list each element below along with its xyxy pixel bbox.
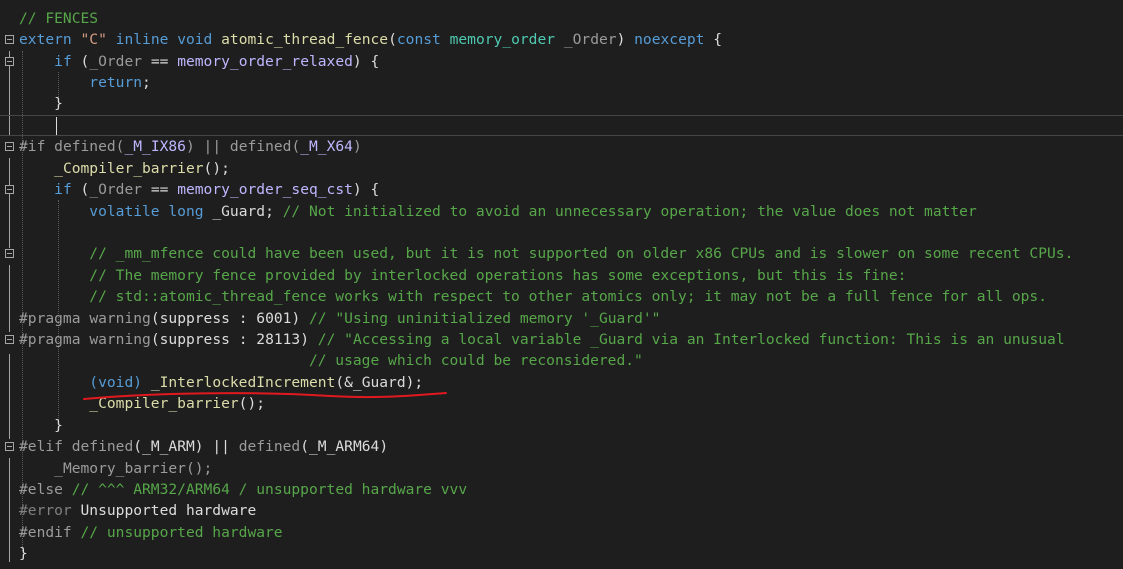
keyword: const bbox=[396, 31, 441, 48]
macro-name: _M_ARM bbox=[142, 438, 195, 455]
collapse-minus-icon[interactable] bbox=[5, 249, 14, 258]
macro-name: _M_IX86 bbox=[124, 138, 186, 155]
variable: _Guard bbox=[212, 203, 266, 220]
preprocessor-directive: #endif bbox=[19, 524, 72, 541]
code-editor[interactable]: // FENCES extern "C" inline void atomic_… bbox=[0, 0, 1123, 569]
preprocessor-directive: #else bbox=[19, 481, 63, 498]
comment: // "Accessing a local variable _Guard vi… bbox=[317, 331, 1065, 348]
keyword: volatile bbox=[89, 203, 160, 220]
comment: // std::atomic_thread_fence works with r… bbox=[89, 288, 1047, 305]
preprocessor-directive: #pragma bbox=[19, 331, 81, 348]
keyword: return bbox=[89, 74, 143, 91]
code-line[interactable]: // std::atomic_thread_fence works with r… bbox=[0, 286, 1047, 307]
preprocessor-directive: #if bbox=[19, 138, 46, 155]
keyword: (void) bbox=[89, 374, 143, 391]
comment: // FENCES bbox=[19, 10, 99, 27]
code-line[interactable]: #elif defined(_M_ARM) || defined(_M_ARM6… bbox=[0, 436, 388, 457]
collapse-minus-icon[interactable] bbox=[5, 142, 14, 151]
keyword: void bbox=[177, 31, 213, 48]
code-line[interactable]: } bbox=[0, 543, 35, 564]
variable: _Guard bbox=[352, 374, 406, 391]
code-line[interactable]: _Compiler_barrier(); bbox=[0, 158, 230, 179]
code-line[interactable]: // The memory fence provided by interloc… bbox=[0, 265, 906, 286]
code-line[interactable]: // _mm_mfence could have been used, but … bbox=[0, 243, 1073, 264]
parameter: _Order bbox=[89, 53, 143, 70]
keyword: if bbox=[54, 181, 72, 198]
code-line[interactable]: // usage which could be reconsidered." bbox=[0, 350, 643, 371]
function-name: _Compiler_barrier bbox=[89, 395, 239, 412]
comment: // unsupported hardware bbox=[80, 524, 283, 541]
comment: // ^^^ ARM32/ARM64 / unsupported hardwar… bbox=[71, 481, 468, 498]
parameter: _Order bbox=[563, 31, 617, 48]
comment: // usage which could be reconsidered." bbox=[308, 352, 643, 369]
code-line[interactable]: (void) _InterlockedIncrement(&_Guard); bbox=[0, 372, 423, 393]
preprocessor-directive: #elif bbox=[19, 438, 63, 455]
code-line[interactable]: #else // ^^^ ARM32/ARM64 / unsupported h… bbox=[0, 479, 467, 500]
keyword: long bbox=[168, 203, 204, 220]
code-line[interactable]: } bbox=[0, 93, 63, 114]
macro-name: _M_X64 bbox=[300, 138, 353, 155]
code-line[interactable]: volatile long _Guard; // Not initialized… bbox=[0, 201, 976, 222]
text-caret bbox=[56, 117, 57, 135]
enum-value: memory_order_seq_cst bbox=[177, 181, 353, 198]
code-line[interactable]: return; bbox=[0, 72, 151, 93]
preprocessor-directive: #pragma bbox=[19, 310, 81, 327]
collapse-minus-icon[interactable] bbox=[5, 185, 14, 194]
code-line[interactable]: } bbox=[0, 415, 63, 436]
keyword: if bbox=[54, 53, 72, 70]
function-name: _InterlockedIncrement bbox=[150, 374, 336, 391]
keyword: noexcept bbox=[634, 31, 705, 48]
code-line[interactable]: _Memory_barrier(); bbox=[0, 458, 212, 479]
collapse-minus-icon[interactable] bbox=[5, 442, 14, 451]
code-line[interactable]: #error Unsupported hardware bbox=[0, 500, 256, 521]
parameter: _Order bbox=[89, 181, 143, 198]
keyword: inline bbox=[115, 31, 169, 48]
collapse-minus-icon[interactable] bbox=[5, 335, 14, 344]
code-line[interactable]: #pragma warning(suppress : 6001) // "Usi… bbox=[0, 308, 660, 329]
function-name: _Memory_barrier bbox=[54, 460, 186, 477]
code-line[interactable]: extern "C" inline void atomic_thread_fen… bbox=[0, 29, 722, 50]
current-line-highlight[interactable] bbox=[0, 115, 1123, 137]
code-line[interactable]: #endif // unsupported hardware bbox=[0, 522, 283, 543]
function-name: atomic_thread_fence bbox=[221, 31, 389, 48]
comment: // "Using uninitialized memory '_Guard'" bbox=[309, 310, 661, 327]
string-literal: "C" bbox=[80, 31, 107, 48]
code-line[interactable]: if (_Order == memory_order_seq_cst) { bbox=[0, 179, 379, 200]
function-name: _Compiler_barrier bbox=[54, 160, 204, 177]
code-line[interactable]: if (_Order == memory_order_relaxed) { bbox=[0, 51, 379, 72]
preprocessor-directive: #error bbox=[19, 502, 72, 519]
collapse-minus-icon[interactable] bbox=[5, 57, 14, 66]
type-name: memory_order bbox=[449, 31, 556, 48]
code-line[interactable]: _Compiler_barrier(); bbox=[0, 393, 265, 414]
keyword: extern bbox=[19, 31, 72, 48]
comment: // Not initialized to avoid an unnecessa… bbox=[282, 203, 977, 220]
collapse-minus-icon[interactable] bbox=[5, 35, 14, 44]
enum-value: memory_order_relaxed bbox=[177, 53, 353, 70]
comment: // The memory fence provided by interloc… bbox=[89, 267, 907, 284]
code-line[interactable]: #pragma warning(suppress : 28113) // "Ac… bbox=[0, 329, 1065, 350]
comment: // _mm_mfence could have been used, but … bbox=[89, 245, 1074, 262]
macro-name: _M_ARM64 bbox=[309, 438, 380, 455]
code-line[interactable]: #if defined(_M_IX86) || defined(_M_X64) bbox=[0, 136, 362, 157]
code-line[interactable]: // FENCES bbox=[0, 8, 98, 29]
